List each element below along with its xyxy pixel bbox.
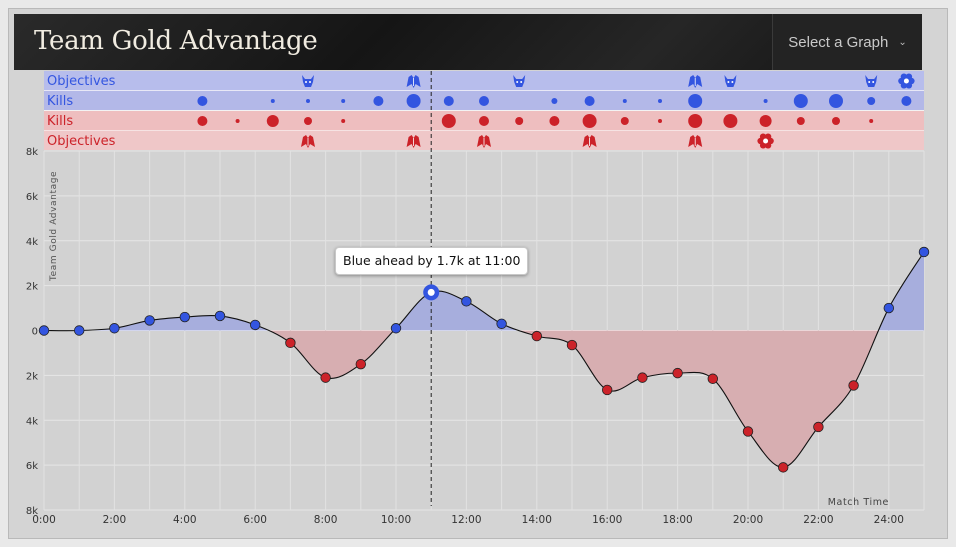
data-point [214,310,226,322]
x-tick-label: 4:00 [173,514,197,526]
kill-marker [551,98,558,104]
kill-marker [406,94,421,108]
kill-marker [441,114,456,128]
data-point [918,246,930,258]
highlight-point-center [427,288,435,296]
kill-marker [867,97,876,105]
kill-marker [443,96,454,106]
data-point [566,339,578,351]
y-tick-label: 8k [26,147,38,158]
data-point [144,315,155,326]
data-point [109,323,120,334]
chart-tooltip: Blue ahead by 1.7k at 11:00 [335,247,529,275]
kill-marker [515,117,524,125]
x-tick-label: 20:00 [733,514,763,526]
data-point [496,318,507,329]
kill-marker [270,99,275,103]
x-tick-label: 8:00 [314,514,338,526]
kill-marker [235,119,240,123]
row-label-red_kills: Kills [47,114,73,129]
data-point [707,373,719,384]
kill-marker [796,117,805,125]
kill-marker [723,114,738,128]
data-point [778,462,789,473]
kill-marker [688,94,703,108]
x-tick-label: 14:00 [522,514,552,526]
y-tick-label: 4k [26,416,38,427]
kill-marker [658,119,662,123]
kill-marker [759,115,772,127]
kill-marker [197,116,208,126]
data-point [531,330,543,342]
y-tick-label: 0 [32,327,38,338]
kill-marker [622,99,627,103]
x-axis-label: Match Time [828,497,889,508]
x-tick-label: 16:00 [592,514,622,526]
data-point [848,380,859,391]
kill-marker [266,115,279,127]
kill-marker [341,119,346,123]
y-axis-label: Team Gold Advantage [49,171,59,282]
y-tick-label: 6k [26,192,38,203]
kill-marker [197,96,208,106]
row-label-blue_kills: Kills [47,94,73,109]
kill-marker [901,96,912,106]
data-point [672,367,683,379]
data-point [461,296,472,307]
kill-marker [793,94,808,108]
x-tick-label: 0:00 [32,514,56,526]
kill-marker [582,114,597,128]
x-tick-label: 24:00 [874,514,904,526]
x-tick-label: 10:00 [381,514,411,526]
data-point [390,323,402,334]
kill-marker [869,119,874,123]
data-point [883,302,895,314]
data-point [38,325,50,336]
y-tick-label: 6k [26,461,38,472]
kill-marker [658,99,662,103]
x-tick-label: 2:00 [103,514,127,526]
data-point [73,325,85,336]
kill-marker [341,99,346,103]
x-tick-label: 12:00 [451,514,481,526]
data-point [813,421,824,433]
data-point [320,372,331,383]
kill-marker [304,117,312,125]
data-point [179,311,191,323]
row-label-blue_objectives: Objectives [47,74,116,89]
row-label-red_objectives: Objectives [47,134,116,149]
x-tick-label: 18:00 [662,514,692,526]
data-point [355,358,367,370]
kill-marker [549,116,560,126]
kill-marker [620,117,629,125]
data-point [249,319,261,331]
x-tick-label: 6:00 [243,514,267,526]
y-tick-label: 2k [26,371,38,382]
y-tick-label: 2k [26,282,38,293]
y-tick-label: 4k [26,237,38,248]
row-blue_objectives [44,71,924,90]
kill-marker [479,116,489,126]
data-point [602,384,613,396]
kill-marker [479,96,489,106]
data-point [285,337,296,349]
data-point [637,372,648,383]
kill-marker [763,99,768,103]
kill-marker [306,99,310,103]
data-point [742,426,754,437]
kill-marker [584,96,595,106]
x-tick-label: 22:00 [803,514,833,526]
kill-marker [829,94,843,108]
kill-marker [688,114,703,128]
kill-marker [832,117,840,125]
kill-marker [373,96,384,106]
